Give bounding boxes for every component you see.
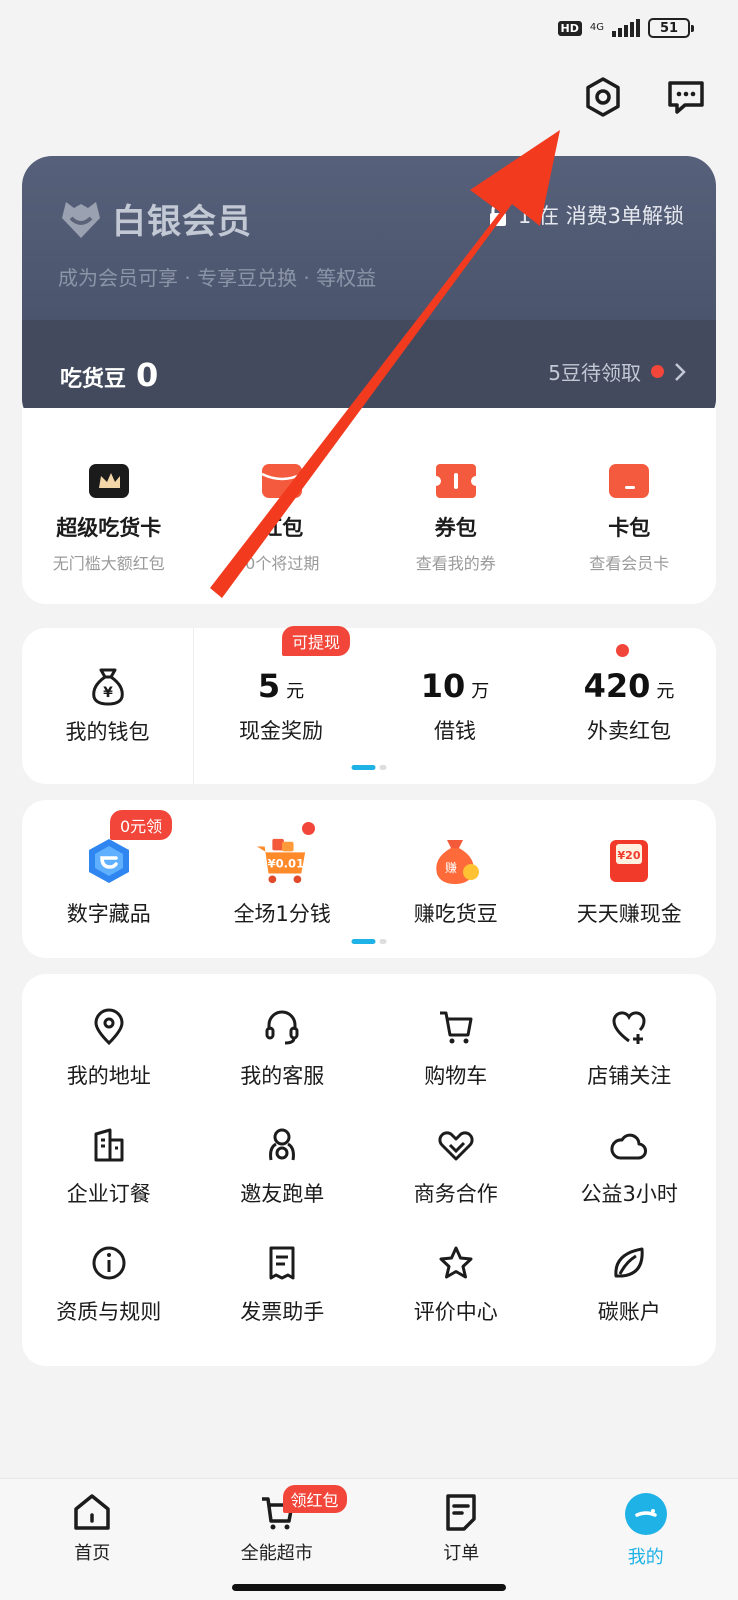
page-indicator — [351, 765, 387, 770]
carbon-account-entry[interactable]: 碳账户 — [543, 1244, 717, 1362]
notification-dot — [301, 822, 315, 835]
cash-reward-entry[interactable]: 可提现 5 元 现金奖励 — [194, 626, 368, 784]
notification-dot — [651, 365, 664, 378]
money-bag-icon: 赚 — [436, 840, 479, 884]
wallet-section: ¥ 我的钱包 可提现 5 元 现金奖励 10 万 借钱 420 元 外卖红包 — [22, 626, 716, 784]
shopping-cart-entry[interactable]: 购物车 — [369, 1008, 543, 1126]
card-pack-entry[interactable]: 卡包 查看会员卡 — [543, 408, 717, 574]
network-indicator: 4G — [589, 22, 604, 33]
rider-icon — [269, 1128, 296, 1161]
quick-entries: 超级吃货卡 无门槛大额红包 红包 0个将过期 券包 查看我的券 卡包 查看会员卡 — [22, 408, 716, 604]
battery-icon: 51 — [648, 18, 694, 38]
member-title: 白银会员 — [112, 202, 252, 242]
member-logo: 白银会员 — [56, 194, 252, 243]
nav-home[interactable]: 首页 — [0, 1479, 185, 1600]
profile-icon — [624, 1493, 667, 1535]
digital-collection-entry[interactable]: 0元领 数字藏品 — [22, 800, 196, 928]
enterprise-ordering-entry[interactable]: 企业订餐 — [22, 1126, 196, 1244]
svg-text:¥0.01: ¥0.01 — [268, 857, 305, 871]
charity-entry[interactable]: 公益3小时 — [543, 1126, 717, 1244]
order-icon — [446, 1494, 476, 1531]
red-packet-badge: 领红包 — [282, 1485, 347, 1513]
headset-icon — [265, 1010, 299, 1045]
digital-collection-icon — [88, 839, 129, 883]
crown-card-icon — [88, 464, 129, 498]
star-icon — [439, 1246, 473, 1279]
free-claim-badge: 0元领 — [110, 810, 173, 840]
member-subtitle: 成为会员可享 · 专享豆兑换 · 等权益 — [58, 266, 377, 290]
red-packet-entry[interactable]: 红包 0个将过期 — [196, 408, 370, 574]
my-address-entry[interactable]: 我的地址 — [22, 1008, 196, 1126]
invoice-icon — [269, 1246, 295, 1280]
red-packet-icon — [262, 464, 303, 498]
building-icon — [94, 1128, 124, 1162]
promo-section: 0元领 数字藏品 ¥0.01 全场1分钱 赚 赚吃货豆 ¥20 天天赚现金 — [22, 800, 716, 958]
invoice-assistant-entry[interactable]: 发票助手 — [196, 1244, 370, 1362]
beans-balance: 吃货豆 0 — [60, 356, 159, 394]
message-icon[interactable] — [663, 74, 709, 120]
page-indicator — [351, 939, 387, 944]
location-icon — [94, 1008, 124, 1046]
services-section: 我的地址 我的客服 购物车 店铺关注 企业订餐 邀友跑单 商务合作 公益3小时 … — [22, 974, 716, 1366]
home-indicator[interactable] — [232, 1584, 506, 1591]
super-card-entry[interactable]: 超级吃货卡 无门槛大额红包 — [22, 408, 196, 574]
member-card[interactable]: 白银会员 1 在 消费3单解锁 成为会员可享 · 专享豆兑换 · 等权益 吃货豆… — [22, 156, 716, 428]
leaf-icon — [614, 1247, 644, 1278]
borrow-entry[interactable]: 10 万 借钱 — [368, 628, 542, 784]
nav-orders[interactable]: 订单 — [369, 1479, 554, 1600]
signal-icon — [612, 19, 640, 37]
red-envelope-icon: ¥20 — [610, 840, 649, 882]
beans-claim-link[interactable]: 5豆待领取 — [548, 357, 686, 386]
home-icon — [74, 1494, 110, 1530]
withdrawable-badge: 可提现 — [282, 626, 351, 656]
silver-badge-icon — [62, 201, 100, 238]
my-wallet-entry[interactable]: ¥ 我的钱包 — [22, 628, 194, 784]
coupon-icon — [435, 464, 476, 498]
chevron-right-icon — [675, 362, 686, 381]
handshake-icon — [438, 1131, 474, 1161]
svg-text:¥: ¥ — [103, 685, 113, 701]
nav-supermarket[interactable]: 领红包 全能超市 — [185, 1479, 370, 1600]
shopping-cart-icon — [439, 1011, 473, 1044]
heart-plus-icon — [612, 1011, 646, 1044]
cloud-icon — [610, 1133, 648, 1160]
review-center-entry[interactable]: 评价中心 — [369, 1244, 543, 1362]
svg-text:赚: 赚 — [445, 860, 457, 875]
coupon-entry[interactable]: 券包 查看我的券 — [369, 408, 543, 574]
invite-rider-entry[interactable]: 邀友跑单 — [196, 1126, 370, 1244]
bottom-nav: 首页 领红包 全能超市 订单 我的 — [0, 1478, 738, 1600]
settings-icon[interactable] — [580, 74, 626, 120]
qualification-rules-entry[interactable]: 资质与规则 — [22, 1244, 196, 1362]
earn-beans-entry[interactable]: 赚 赚吃货豆 — [369, 800, 543, 928]
svg-text:¥20: ¥20 — [618, 849, 641, 862]
card-pack-icon — [609, 464, 650, 498]
cart-icon: ¥0.01 — [257, 838, 306, 884]
delivery-red-packet-entry[interactable]: 420 元 外卖红包 — [542, 628, 716, 784]
one-cent-entry[interactable]: ¥0.01 全场1分钱 — [196, 800, 370, 928]
lock-icon — [489, 203, 506, 226]
member-unlock-hint: 1 在 消费3单解锁 — [488, 200, 684, 230]
customer-service-entry[interactable]: 我的客服 — [196, 1008, 370, 1126]
status-bar: HD 4G 51 — [557, 18, 694, 38]
daily-cash-entry[interactable]: ¥20 天天赚现金 — [543, 800, 717, 928]
money-bag-icon: ¥ — [91, 668, 124, 706]
business-cooperation-entry[interactable]: 商务合作 — [369, 1126, 543, 1244]
info-icon — [92, 1246, 126, 1280]
notification-dot — [616, 644, 629, 657]
hd-indicator: HD — [557, 20, 582, 36]
shop-follow-entry[interactable]: 店铺关注 — [543, 1008, 717, 1126]
nav-mine[interactable]: 我的 — [554, 1479, 738, 1600]
